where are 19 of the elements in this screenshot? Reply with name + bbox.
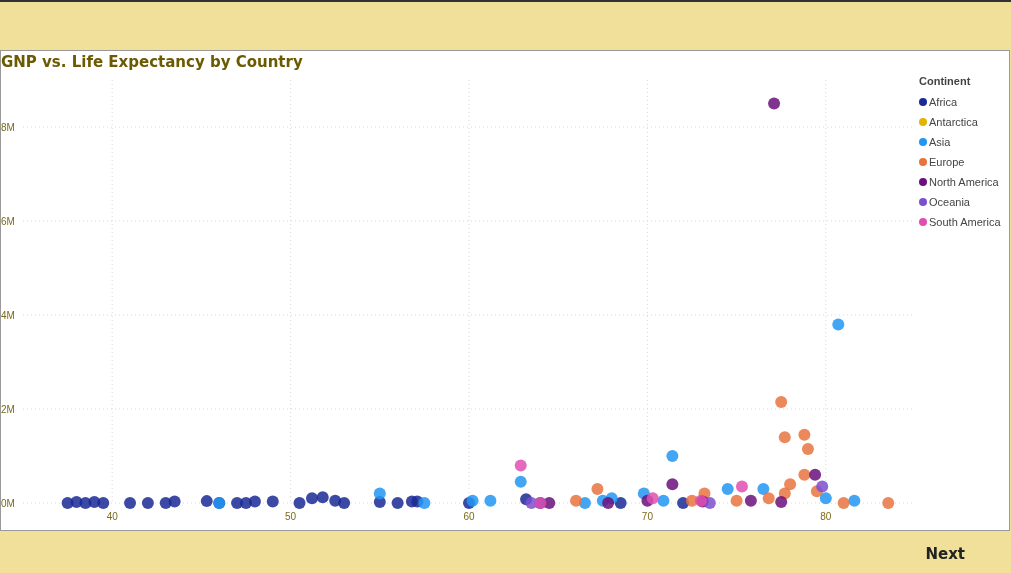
- legend-label: Oceania: [929, 194, 970, 210]
- axis-tick-label: 40: [106, 511, 118, 522]
- legend-label: Africa: [929, 94, 958, 110]
- axis-tick-label: 0M: [1, 498, 15, 509]
- axis-tick-label: 70: [641, 511, 653, 522]
- legend-label: North America: [929, 174, 999, 190]
- axis-tick-label: 4M: [1, 310, 15, 321]
- legend-label: Europe: [929, 154, 965, 170]
- axis-tick-label: 8M: [1, 122, 15, 133]
- axis-tick-label: 80: [820, 511, 832, 522]
- axis-tick-label: 50: [285, 511, 297, 522]
- chart-title: GNP vs. Life Expectancy by Country: [1, 52, 303, 72]
- legend-label: Asia: [929, 134, 951, 150]
- axis-tick-label: 2M: [1, 404, 15, 415]
- axis-tick-label: 6M: [1, 216, 15, 227]
- legend-label: Antarctica: [929, 114, 978, 130]
- legend-title: Continent: [919, 74, 971, 88]
- axis-tick-label: 60: [463, 511, 475, 522]
- legend-label: South America: [929, 214, 1001, 230]
